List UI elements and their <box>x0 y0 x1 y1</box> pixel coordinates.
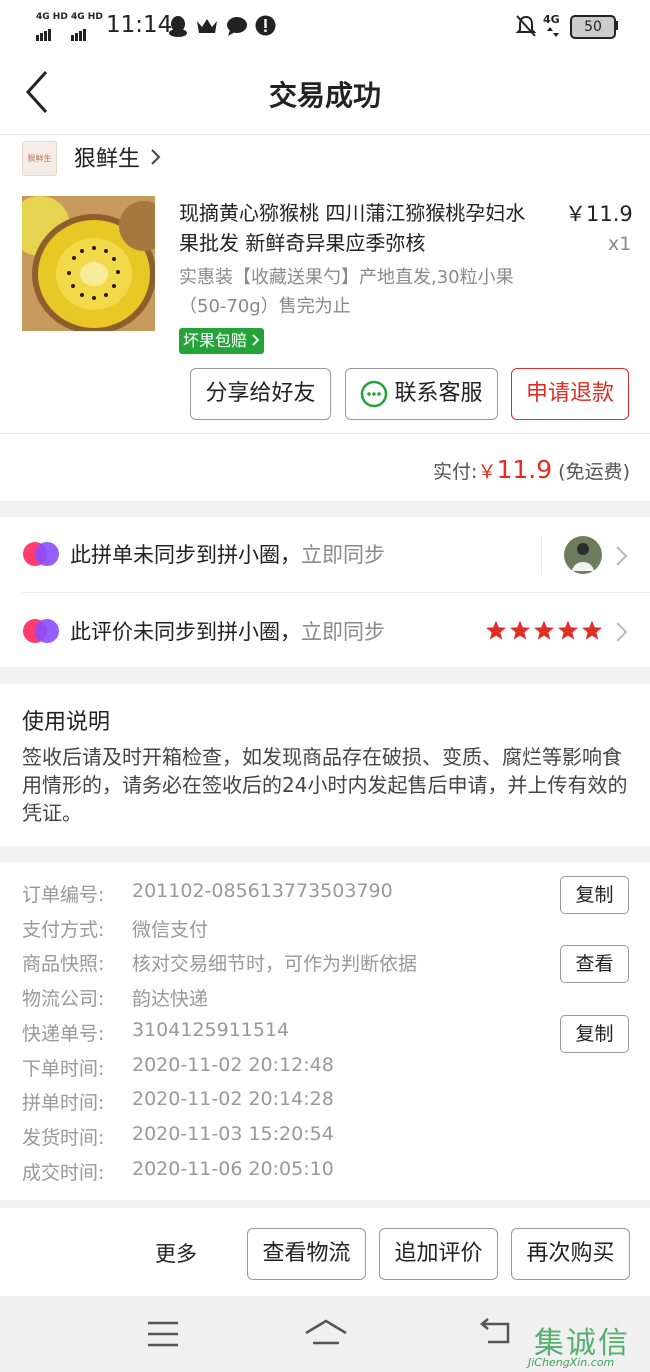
product-image[interactable] <box>22 196 155 331</box>
order-info-label: 快递单号: <box>22 1022 105 1045</box>
shipping-note: (免运费) <box>558 461 630 483</box>
watermark-domain: JiChengXin.com <box>528 1356 615 1369</box>
pinxiaoquan-logo-icon <box>23 619 59 643</box>
separator <box>541 535 542 575</box>
order-info-label: 商品快照: <box>22 953 105 976</box>
buy-again-button[interactable]: 再次购买 <box>511 1228 630 1280</box>
instructions-title: 使用说明 <box>22 710 111 735</box>
pinxiaoquan-logo-icon <box>23 542 59 566</box>
instructions-section: 使用说明 签收后请及时开箱检查，如发现商品存在破损、变质、腐烂等影响食用情形的，… <box>0 684 650 846</box>
signal-bars-icon <box>36 22 52 41</box>
home-icon[interactable] <box>303 1318 349 1348</box>
order-info-label: 支付方式: <box>22 918 105 941</box>
payment-amount: 11.9 <box>496 455 553 484</box>
sync-order-text: 此拼单未同步到拼小圈，立即同步 <box>70 539 385 569</box>
contact-service-label: 联系客服 <box>394 381 483 406</box>
signal-2: 4G HD <box>71 12 103 41</box>
product-title[interactable]: 现摘黄心猕猴桃 四川蒲江猕猴桃孕妇水果批发 新鲜奇异果应季弥核 <box>179 198 529 258</box>
order-info-value: 2020-11-02 20:12:48 <box>132 1053 334 1076</box>
network-type-1: 4G HD <box>36 12 68 22</box>
order-info-value: 2020-11-03 15:20:54 <box>132 1122 334 1145</box>
sync-review-text: 此评价未同步到拼小圈，立即同步 <box>70 616 385 646</box>
order-info-value: 微信支付 <box>132 918 209 941</box>
share-button[interactable]: 分享给好友 <box>190 368 331 420</box>
page-title: 交易成功 <box>268 79 381 112</box>
status-bar: 4G HD 4G HD 11:14 4G 50 <box>0 0 650 52</box>
sync-section: 此拼单未同步到拼小圈，立即同步 此评价未同步到拼小圈，立即同步 <box>0 517 650 667</box>
star-icon <box>582 620 602 640</box>
clock: 11:14 <box>106 12 173 38</box>
instructions-body: 签收后请及时开箱检查，如发现商品存在破损、变质、腐烂等影响食用情形的，请务必在签… <box>22 745 628 825</box>
rating-stars <box>486 620 602 640</box>
signal-bars-icon <box>71 22 87 41</box>
order-info-value: 韵达快递 <box>132 988 209 1011</box>
star-icon <box>558 620 578 640</box>
data-arrows-icon <box>547 27 559 37</box>
product-spec: 实惠装【收藏送果勺】产地直发,30粒小果（50-70g）售完为止 <box>179 267 514 317</box>
sync-order-row[interactable]: 此拼单未同步到拼小圈，立即同步 <box>0 517 650 592</box>
menu-icon[interactable] <box>146 1320 180 1348</box>
alert-icon <box>255 15 276 36</box>
contact-service-button[interactable]: 联系客服 <box>345 368 498 420</box>
star-icon <box>486 620 506 640</box>
message-icon <box>227 17 247 36</box>
sync-review-row[interactable]: 此评价未同步到拼小圈，立即同步 <box>0 593 650 667</box>
chevron-right-icon[interactable] <box>615 621 629 643</box>
order-info-value: 2020-11-02 20:14:28 <box>132 1088 334 1111</box>
copy-button[interactable]: 复制 <box>560 876 629 914</box>
sync-order-link[interactable]: 立即同步 <box>301 543 385 567</box>
view-logistics-button[interactable]: 查看物流 <box>247 1228 366 1280</box>
view-snapshot-button[interactable]: 查看 <box>560 945 629 984</box>
chat-bubble-icon <box>361 380 388 408</box>
chevron-right-icon <box>252 334 260 346</box>
add-review-button[interactable]: 追加评价 <box>379 1228 498 1280</box>
signal-1: 4G HD <box>36 12 68 41</box>
divider <box>0 433 650 434</box>
bad-fruit-guarantee-badge[interactable]: 坏果包赔 <box>179 328 265 354</box>
badge-label: 坏果包赔 <box>183 331 248 350</box>
payment-label: 实付: <box>433 461 478 483</box>
battery-tip <box>615 21 618 30</box>
mute-bell-icon <box>515 15 537 37</box>
product-price: ￥11.9 <box>565 202 633 226</box>
battery-indicator: 50 <box>570 15 616 39</box>
crown-icon <box>197 19 217 33</box>
order-info-label: 物流公司: <box>22 988 105 1011</box>
order-info-label: 订单编号: <box>22 884 105 906</box>
order-info-value: 核对交易细节时，可作为判断依据 <box>132 953 418 976</box>
sync-review-message: 此评价未同步到拼小圈， <box>70 620 301 644</box>
copy-button[interactable]: 复制 <box>560 1014 629 1053</box>
sync-review-link[interactable]: 立即同步 <box>301 620 385 644</box>
order-card: 狠鲜生 狠鲜生 现摘黄心猕猴桃 四川蒲江猕猴桃孕妇水果批发 新鲜奇异果应季弥核 … <box>0 135 650 501</box>
back-icon[interactable] <box>478 1318 514 1346</box>
shop-logo: 狠鲜生 <box>22 141 57 176</box>
payment-total: 实付:￥11.9 (免运费) <box>433 455 630 484</box>
product-quantity: x1 <box>608 233 632 255</box>
page-header: 交易成功 <box>0 52 650 135</box>
refund-button[interactable]: 申请退款 <box>511 368 629 420</box>
order-info-label: 拼单时间: <box>22 1092 105 1115</box>
bottom-action-bar: 更多 查看物流 追加评价 再次购买 <box>0 1208 650 1296</box>
order-info-label: 下单时间: <box>22 1057 105 1080</box>
payment-currency: ￥ <box>477 461 497 483</box>
order-info-label: 成交时间: <box>22 1161 105 1184</box>
order-info-section: 订单编号: 201102-085613773503790 复制 支付方式: 微信支付 商品… <box>0 862 650 1200</box>
more-button[interactable]: 更多 <box>155 1238 197 1268</box>
order-info-value: 3104125911514 <box>132 1018 290 1041</box>
qq-icon <box>169 16 187 37</box>
star-icon <box>534 620 554 640</box>
sync-order-message: 此拼单未同步到拼小圈， <box>70 543 301 567</box>
order-info-value: 2020-11-06 20:05:10 <box>132 1157 334 1180</box>
network-type-3: 4G <box>543 13 560 26</box>
chevron-right-icon[interactable] <box>615 545 629 567</box>
star-icon <box>510 620 530 640</box>
order-info-label: 发货时间: <box>22 1126 105 1149</box>
order-info-value: 201102-085613773503790 <box>132 880 393 902</box>
shop-name[interactable]: 狠鲜生 <box>74 141 140 173</box>
system-nav-bar: 集诚信 JiChengXin.com <box>0 1296 650 1372</box>
chevron-right-icon[interactable] <box>150 148 162 166</box>
network-type-2: 4G HD <box>71 12 103 22</box>
avatar[interactable] <box>563 535 603 575</box>
